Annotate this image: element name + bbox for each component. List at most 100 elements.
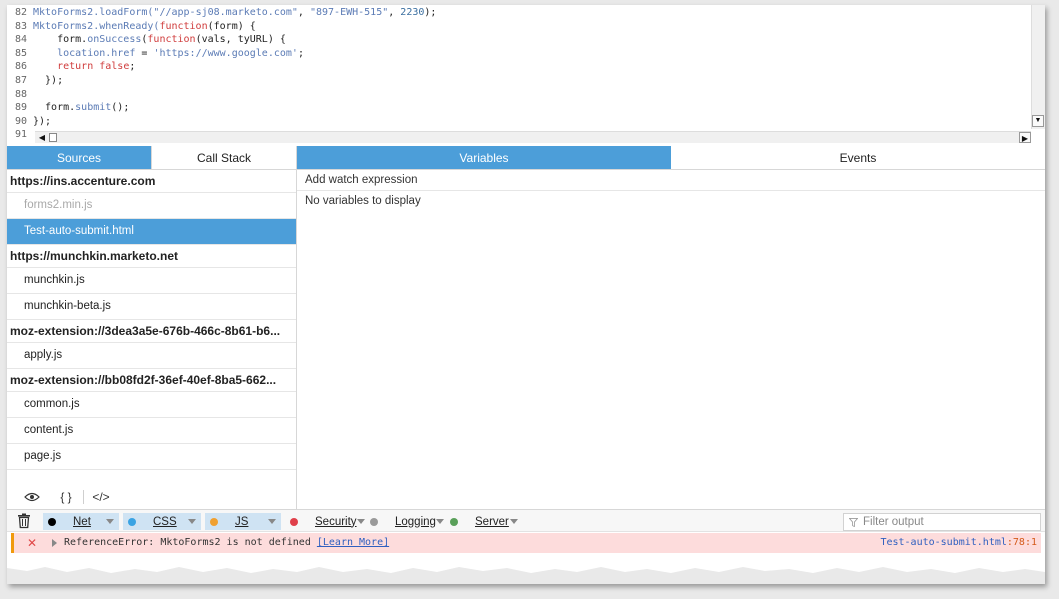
source-file-item[interactable]: content.js [7, 418, 296, 444]
eye-icon [24, 492, 40, 502]
source-file-item[interactable]: forms2.min.js [7, 193, 296, 219]
scroll-right-arrow-icon[interactable]: ▶ [1019, 132, 1031, 143]
tab-events[interactable]: Events [671, 146, 1045, 169]
clear-console-button[interactable] [17, 513, 31, 529]
line-number[interactable]: 83 [7, 20, 33, 34]
dropdown-caret-icon[interactable] [188, 519, 196, 524]
code-token: , [388, 7, 401, 18]
code-lines: 82 MktoForms2.loadForm("//app-sj08.market… [7, 6, 1031, 142]
code-token: function [147, 34, 196, 46]
status-dot-icon [48, 517, 56, 526]
trash-icon [18, 513, 30, 529]
code-line[interactable]: 86 return false; [7, 60, 1031, 74]
dropdown-caret-icon[interactable] [435, 519, 444, 524]
add-watch-expression[interactable]: Add watch expression [297, 170, 1045, 191]
source-file-item[interactable]: munchkin.js [7, 268, 296, 294]
scroll-thumb[interactable] [49, 133, 57, 142]
source-file-item[interactable]: munchkin-beta.js [7, 294, 296, 320]
code-text: location.href = 'https://www.google.com'… [33, 48, 304, 59]
code-token: form. [33, 102, 76, 114]
code-token: (); [111, 102, 130, 114]
error-location-link[interactable]: Test-auto-submit.html:78:1 [880, 537, 1037, 548]
code-text: form.onSuccess(function(vals, tyURL) { [33, 34, 286, 45]
filter-security-button[interactable]: Security [285, 513, 365, 530]
source-file-item[interactable]: Test-auto-submit.html [7, 219, 296, 245]
code-line[interactable]: 82 MktoForms2.loadForm("//app-sj08.market… [7, 6, 1031, 20]
status-dot-icon [128, 517, 136, 526]
code-text: MktoForms2.whenReady(function(form) { [33, 21, 256, 32]
code-token: "//app-sj08.marketo.com" [153, 7, 298, 18]
scroll-down-arrow-icon[interactable]: ▼ [1032, 115, 1044, 127]
toggle-breakpoints-button[interactable] [15, 487, 49, 507]
expand-triangle-icon[interactable] [52, 539, 57, 547]
code-token: 2230 [400, 7, 425, 18]
filter-label: CSS [153, 515, 177, 528]
code-token: submit [75, 102, 112, 114]
line-number[interactable]: 89 [7, 101, 33, 115]
source-group[interactable]: moz-extension://3dea3a5e-676b-466c-8b61-… [7, 320, 296, 343]
line-number[interactable]: 85 [7, 47, 33, 61]
filter-css-button[interactable]: CSS [123, 513, 201, 530]
code-token: (form) { [207, 20, 256, 32]
source-file-item[interactable]: page.js [7, 444, 296, 470]
source-group[interactable]: https://munchkin.marketo.net [7, 245, 296, 268]
line-number[interactable]: 84 [7, 33, 33, 47]
filter-label: Server [475, 515, 509, 528]
filter-output-input[interactable] [863, 516, 1033, 528]
filter-server-button[interactable]: Server [445, 513, 523, 530]
code-token: location.href [57, 47, 136, 59]
console-error-message: ✕ ReferenceError: MktoForms2 is not defi… [11, 533, 1041, 553]
status-dot-icon [210, 517, 218, 526]
line-number[interactable]: 88 [7, 88, 33, 102]
filter-net-button[interactable]: Net [43, 513, 119, 530]
scroll-left-arrow-icon[interactable]: ◀ [37, 132, 47, 143]
dropdown-caret-icon[interactable] [510, 519, 518, 524]
filter-icon [849, 517, 858, 527]
tab-variables[interactable]: Variables [297, 146, 671, 169]
code-token: "897-EWH-515" [309, 7, 389, 18]
code-line[interactable]: 88 [7, 88, 1031, 102]
code-line[interactable]: 84 form.onSuccess(function(vals, tyURL) … [7, 33, 1031, 47]
devtools-window: 82 MktoForms2.loadForm("//app-sj08.market… [7, 5, 1045, 584]
filter-logging-button[interactable]: Logging [365, 513, 444, 530]
source-group[interactable]: moz-extension://bb08fd2f-36ef-40ef-8ba5-… [7, 369, 296, 392]
tab-sources[interactable]: Sources [7, 146, 152, 169]
source-group[interactable]: https://ins.accenture.com [7, 170, 296, 193]
code-editor[interactable]: 82 MktoForms2.loadForm("//app-sj08.market… [7, 5, 1045, 145]
code-token: , [297, 7, 310, 18]
source-file-item[interactable]: common.js [7, 392, 296, 418]
code-line[interactable]: 85 location.href = 'https://www.google.c… [7, 47, 1031, 61]
sources-list: https://ins.accenture.com forms2.min.js Te… [7, 170, 296, 470]
filter-js-button[interactable]: JS [205, 513, 281, 530]
dropdown-caret-icon[interactable] [106, 519, 114, 524]
error-location-position: :78:1 [1006, 537, 1037, 548]
tab-call-stack[interactable]: Call Stack [152, 146, 296, 169]
code-line[interactable]: 89 form.submit(); [7, 101, 1031, 115]
horizontal-scrollbar[interactable]: ◀ ▶ [35, 131, 1031, 143]
line-number[interactable]: 91 [7, 128, 33, 142]
code-line[interactable]: 90}); [7, 115, 1031, 129]
code-text: form.submit(); [33, 102, 129, 113]
code-token: }); [33, 74, 64, 86]
code-token: = [135, 47, 154, 59]
line-number[interactable]: 86 [7, 60, 33, 74]
filter-label: Logging [395, 515, 436, 528]
code-text: }); [33, 75, 63, 86]
line-number[interactable]: 90 [7, 115, 33, 129]
filter-label: JS [235, 515, 249, 528]
line-number[interactable]: 87 [7, 74, 33, 88]
line-number[interactable]: 82 [7, 6, 33, 20]
dropdown-caret-icon[interactable] [268, 519, 276, 524]
code-line[interactable]: 87 }); [7, 74, 1031, 88]
dropdown-caret-icon[interactable] [356, 519, 365, 524]
code-text: }); [33, 116, 51, 127]
learn-more-link[interactable]: [Learn More] [317, 537, 389, 548]
code-line[interactable]: 83 MktoForms2.whenReady(function(form) { [7, 20, 1031, 34]
vertical-scrollbar[interactable]: ▼ [1031, 5, 1045, 129]
source-file-item[interactable]: apply.js [7, 343, 296, 369]
pretty-print-button[interactable]: { } [49, 487, 83, 507]
filter-output-box[interactable] [843, 513, 1041, 531]
blackbox-button[interactable]: </> [84, 487, 118, 507]
